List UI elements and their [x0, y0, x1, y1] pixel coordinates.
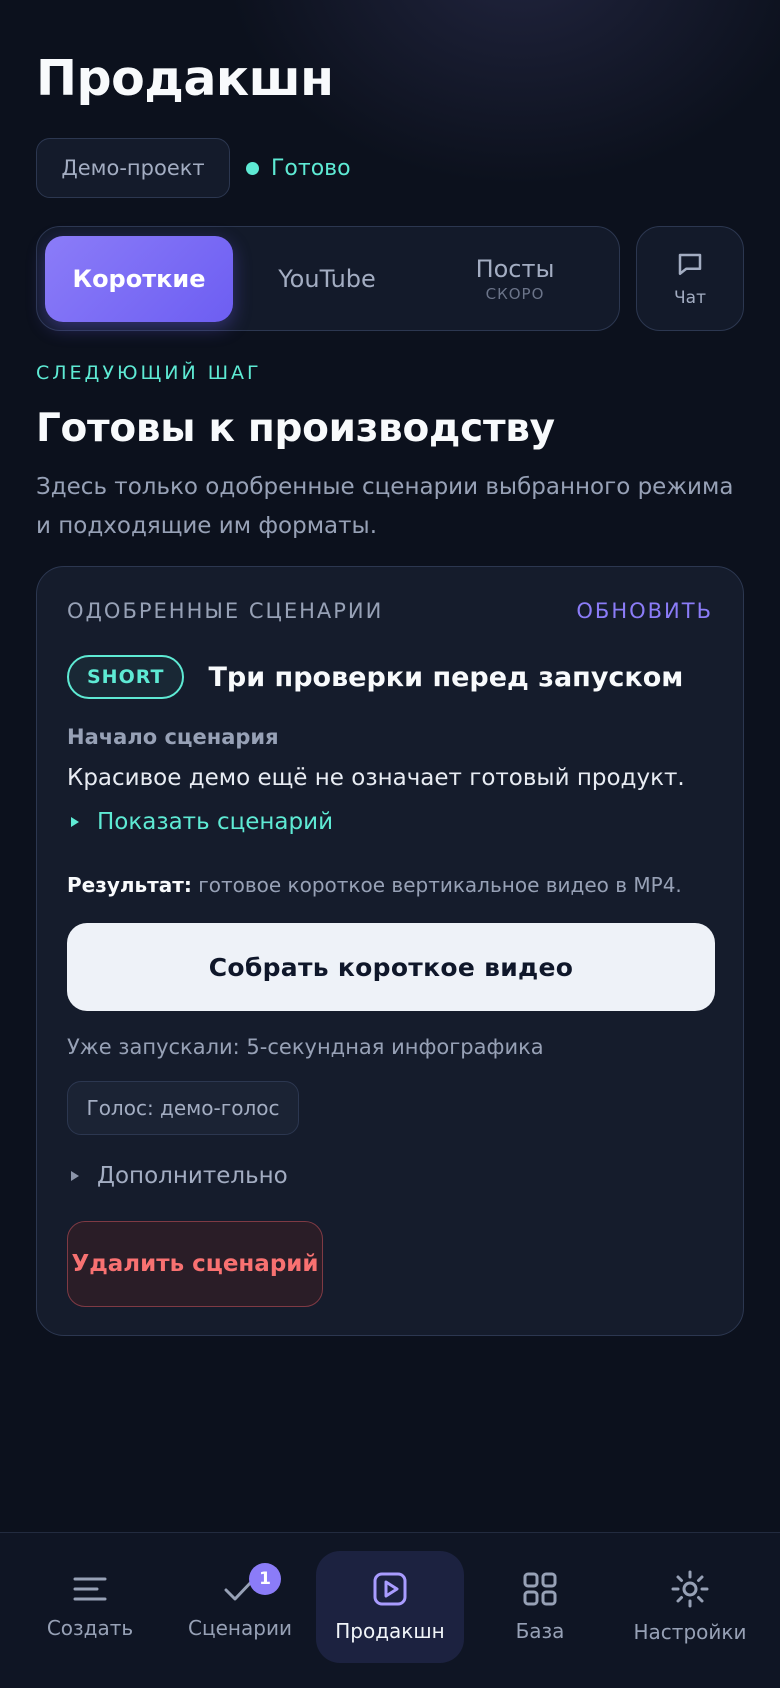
- nav-scripts-label: Сценарии: [188, 1616, 292, 1640]
- play-square-icon: [373, 1572, 407, 1606]
- section-title: Готовы к производству: [36, 406, 555, 451]
- bottom-nav: Создать Сценарии 1 Продакшн База Настрой…: [0, 1532, 780, 1688]
- short-badge: SHORT: [67, 655, 185, 699]
- section-description: Здесь только одобренные сценарии выбранн…: [36, 474, 734, 539]
- nav-production-label: Продакшн: [335, 1619, 445, 1643]
- nav-base[interactable]: База: [466, 1551, 614, 1663]
- result-line: Результат: готовое короткое вертикальное…: [67, 873, 682, 897]
- more-label: Дополнительно: [97, 1163, 288, 1189]
- tab-shorts[interactable]: Короткие: [45, 236, 233, 322]
- script-title: Три проверки перед запуском: [208, 661, 684, 693]
- chat-bubble-icon: [678, 253, 702, 275]
- nav-settings-label: Настройки: [633, 1620, 747, 1644]
- nav-scripts[interactable]: Сценарии 1: [166, 1551, 314, 1663]
- refresh-link[interactable]: ОБНОВИТЬ: [576, 599, 713, 623]
- nav-settings[interactable]: Настройки: [616, 1551, 764, 1663]
- script-start-label: Начало сценария: [67, 725, 279, 749]
- build-short-video-button[interactable]: Собрать короткое видео: [67, 923, 715, 1011]
- nav-production[interactable]: Продакшн: [316, 1551, 464, 1663]
- chat-button[interactable]: Чат: [636, 226, 744, 331]
- status-dot: [246, 162, 259, 175]
- nav-scripts-badge: 1: [249, 1563, 281, 1595]
- tab-youtube[interactable]: YouTube: [233, 236, 421, 322]
- show-script-label: Показать сценарий: [97, 809, 334, 835]
- grid-icon: [523, 1572, 557, 1606]
- more-toggle[interactable]: Дополнительно: [67, 1163, 288, 1189]
- section-eyebrow: СЛЕДУЮЩИЙ ШАГ: [36, 362, 262, 384]
- tab-shorts-label: Короткие: [72, 265, 206, 293]
- script-start-text: Красивое демо ещё не означает готовый пр…: [67, 765, 685, 791]
- status-text: Готово: [271, 156, 351, 181]
- tab-posts-label: Посты: [475, 255, 555, 283]
- nav-base-label: База: [515, 1619, 565, 1643]
- card-header: ОДОБРЕННЫЕ СЦЕНАРИИ ОБНОВИТЬ: [67, 599, 713, 623]
- lines-icon: [73, 1577, 107, 1601]
- delete-script-button[interactable]: Удалить сценарий: [67, 1221, 323, 1307]
- nav-create-label: Создать: [46, 1616, 134, 1640]
- sun-gear-icon: [671, 1570, 709, 1608]
- result-text: готовое короткое вертикальное видео в MP…: [198, 873, 682, 897]
- script-row: SHORT Три проверки перед запуском: [67, 655, 683, 699]
- card-label: ОДОБРЕННЫЕ СЦЕНАРИИ: [67, 599, 384, 623]
- approved-scripts-card: ОДОБРЕННЫЕ СЦЕНАРИИ ОБНОВИТЬ SHORT Три п…: [36, 566, 744, 1336]
- voice-chip[interactable]: Голос: демо-голос: [67, 1081, 299, 1135]
- tab-posts[interactable]: Посты СКОРО: [421, 236, 609, 322]
- project-chip[interactable]: Демо-проект: [36, 138, 230, 198]
- nav-create[interactable]: Создать: [16, 1551, 164, 1663]
- result-label: Результат:: [67, 873, 192, 897]
- status-indicator: Готово: [246, 156, 351, 181]
- page-title: Продакшн: [36, 50, 334, 107]
- already-run-text: Уже запускали: 5-секундная инфографика: [67, 1035, 544, 1059]
- triangle-right-icon: [71, 817, 79, 827]
- mode-tabs: Короткие YouTube Посты СКОРО: [36, 226, 620, 331]
- chat-label: Чат: [674, 287, 706, 308]
- show-script-toggle[interactable]: Показать сценарий: [67, 809, 333, 835]
- triangle-right-icon: [71, 1171, 79, 1181]
- tab-youtube-label: YouTube: [278, 265, 376, 293]
- tab-posts-soon: СКОРО: [485, 285, 545, 303]
